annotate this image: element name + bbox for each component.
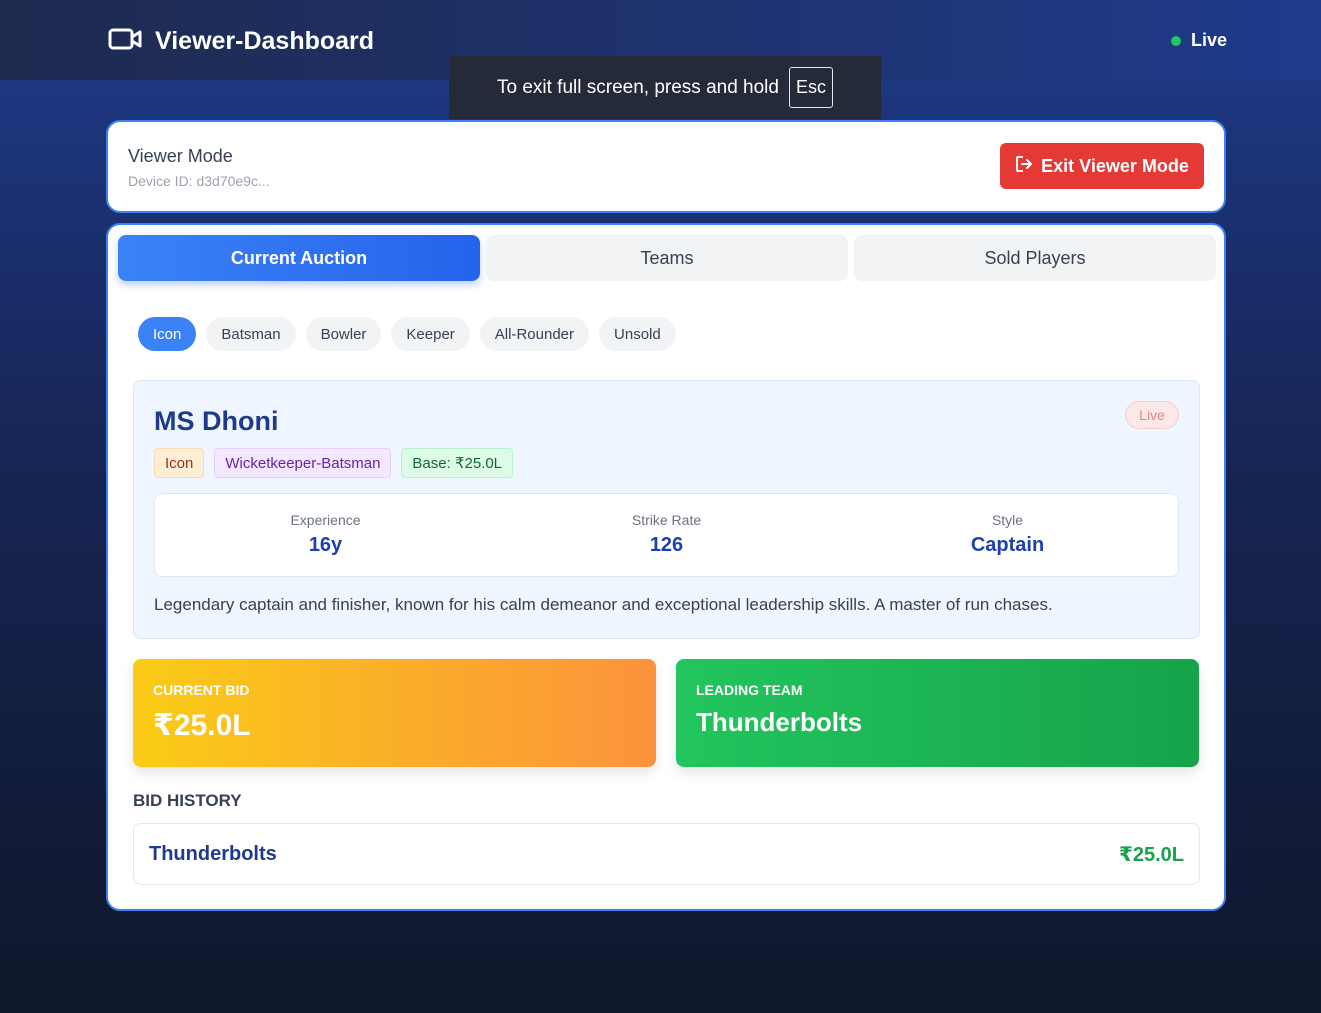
leading-team-label: LEADING TEAM — [696, 682, 803, 698]
current-bid-value: ₹25.0L — [153, 709, 251, 742]
filter-unsold[interactable]: Unsold — [599, 317, 676, 351]
player-description: Legendary captain and finisher, known fo… — [154, 595, 1053, 614]
viewer-mode-card: Viewer Mode Device ID: d3d70e9c... Exit … — [106, 120, 1226, 213]
tab-teams[interactable]: Teams — [486, 235, 848, 281]
bid-history-row: Thunderbolts ₹25.0L — [133, 823, 1200, 885]
live-status-label: Live — [1190, 30, 1227, 50]
base-price-tag: Base: ₹25.0L — [401, 448, 514, 478]
category-tag: Icon — [154, 448, 205, 478]
brand: Viewer-Dashboard — [108, 26, 374, 57]
player-name: MS Dhoni — [154, 406, 279, 436]
bid-history-amount: ₹25.0L — [1118, 843, 1184, 866]
bid-history-title: BID HISTORY — [133, 791, 242, 810]
stat-label: Style — [991, 512, 1024, 528]
stat-value: 126 — [649, 534, 684, 556]
current-bid-card: CURRENT BID ₹25.0L — [133, 659, 656, 767]
stat-value: Captain — [970, 534, 1045, 556]
fullscreen-notice-key: Esc — [788, 67, 833, 108]
tab-bar: Current Auction Teams Sold Players — [118, 235, 1216, 281]
player-stats: Experience 16y Strike Rate 126 Style Cap… — [154, 493, 1179, 577]
leading-team-value: Thunderbolts — [696, 707, 863, 737]
exit-viewer-mode-button[interactable]: Exit Viewer Mode — [1000, 143, 1204, 189]
logout-icon — [1015, 155, 1033, 178]
filter-batsman[interactable]: Batsman — [206, 317, 296, 351]
exit-viewer-mode-label: Exit Viewer Mode — [1041, 155, 1189, 176]
device-id: Device ID: d3d70e9c... — [128, 173, 270, 189]
player-card: MS Dhoni Live Icon Wicketkeeper-Batsman … — [133, 380, 1200, 639]
stat-experience: Experience 16y — [155, 494, 496, 576]
stat-label: Experience — [290, 512, 361, 528]
role-tag: Wicketkeeper-Batsman — [214, 448, 392, 478]
filter-keeper[interactable]: Keeper — [391, 317, 470, 351]
filter-icon[interactable]: Icon — [138, 317, 197, 351]
bid-history-team: Thunderbolts — [149, 842, 277, 865]
stat-label: Strike Rate — [631, 512, 702, 528]
app-title: Viewer-Dashboard — [155, 27, 375, 55]
fullscreen-notice-text: To exit full screen, press and hold — [496, 76, 779, 98]
tab-current-auction[interactable]: Current Auction — [118, 235, 480, 281]
auction-panel: Current Auction Teams Sold Players Icon … — [106, 223, 1226, 911]
live-status: Live — [1170, 30, 1227, 51]
tab-sold-players[interactable]: Sold Players — [854, 235, 1216, 281]
current-bid-label: CURRENT BID — [153, 682, 250, 698]
category-filters: Icon Batsman Bowler Keeper All-Rounder U… — [138, 317, 676, 351]
viewer-mode-label: Viewer Mode — [128, 146, 233, 166]
live-dot-icon — [1170, 35, 1181, 46]
player-status-badge: Live — [1125, 401, 1179, 429]
leading-team-card: LEADING TEAM Thunderbolts — [676, 659, 1199, 767]
fullscreen-notice: To exit full screen, press and hold Esc — [449, 56, 881, 119]
filter-all-rounder[interactable]: All-Rounder — [479, 317, 590, 351]
stat-style: Style Captain — [837, 494, 1178, 576]
video-camera-icon — [108, 26, 143, 57]
player-tags: Icon Wicketkeeper-Batsman Base: ₹25.0L — [154, 448, 514, 478]
stat-strike-rate: Strike Rate 126 — [496, 494, 837, 576]
stat-value: 16y — [308, 534, 343, 556]
filter-bowler[interactable]: Bowler — [305, 317, 382, 351]
